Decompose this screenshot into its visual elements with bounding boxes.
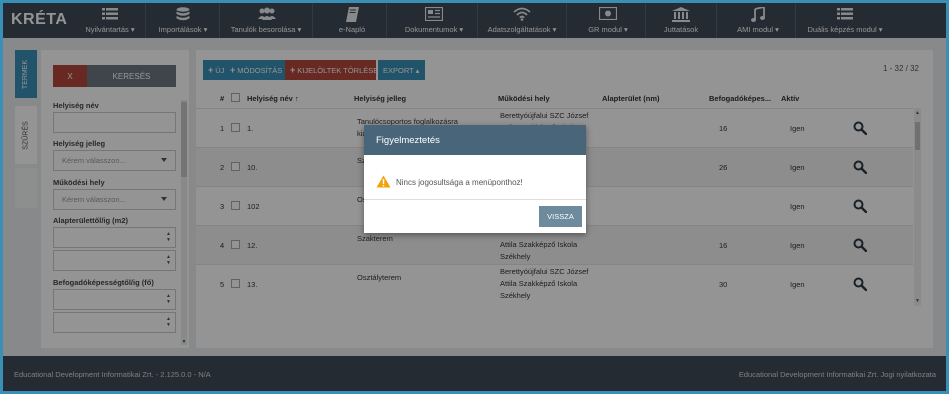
dialog-message: Nincs jogosultsága a menüponthoz! [396, 178, 523, 187]
warning-dialog: Figyelmeztetés Nincs jogosultsága a menü… [364, 125, 586, 233]
dialog-divider [364, 199, 586, 200]
back-button[interactable]: VISSZA [539, 206, 582, 227]
warning-icon [376, 175, 391, 190]
dialog-title: Figyelmeztetés [364, 125, 586, 155]
app-window: KRÉTA Nyilvántartás ▾ Importálások ▾ Tan… [3, 3, 946, 391]
dialog-body: Nincs jogosultsága a menüponthoz! [376, 175, 523, 190]
